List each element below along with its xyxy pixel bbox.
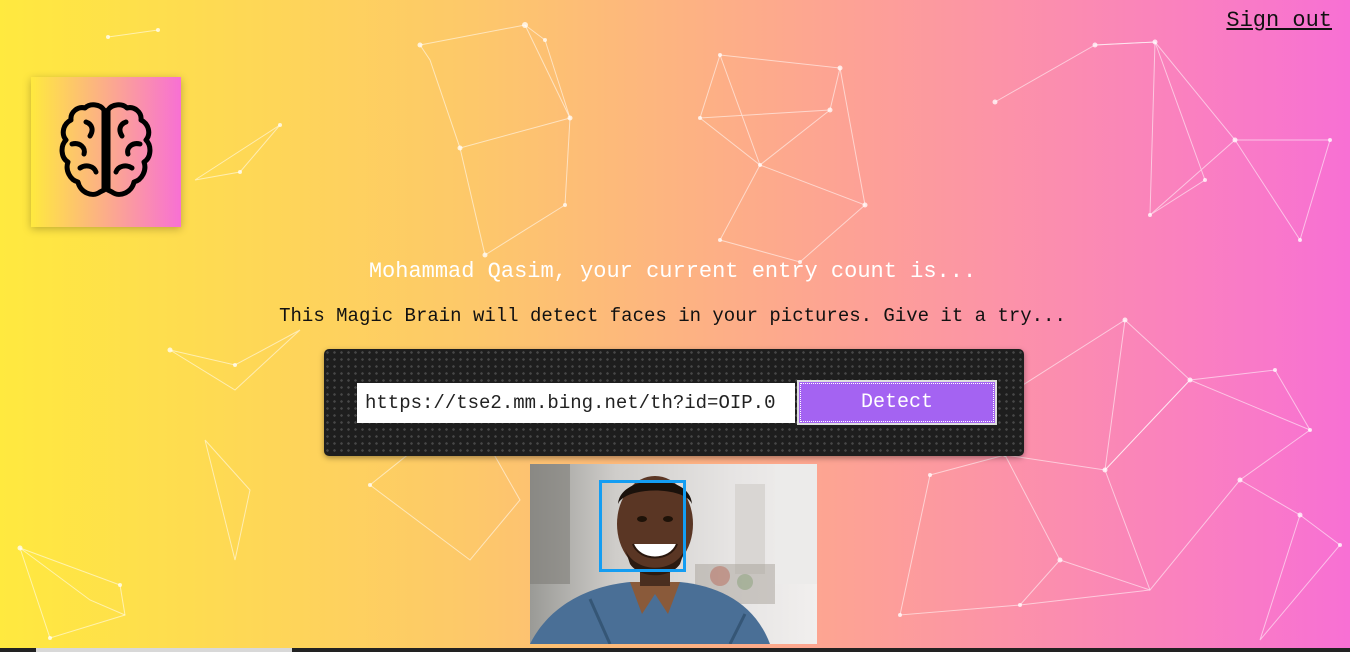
- sign-out-link[interactable]: Sign out: [1226, 8, 1332, 33]
- detect-button[interactable]: Detect: [797, 380, 997, 425]
- logo-tilt-card[interactable]: [31, 77, 181, 227]
- brain-icon: [59, 102, 153, 197]
- image-url-form: Detect: [324, 349, 1024, 456]
- face-bounding-box: [599, 480, 686, 572]
- rank-greeting: Mohammad Qasim, your current entry count…: [368, 259, 977, 284]
- face-detection-image: [530, 464, 817, 644]
- window-bottom-edge: [0, 648, 1350, 652]
- tagline-text: This Magic Brain will detect faces in yo…: [279, 305, 1066, 327]
- image-url-input[interactable]: [357, 383, 795, 423]
